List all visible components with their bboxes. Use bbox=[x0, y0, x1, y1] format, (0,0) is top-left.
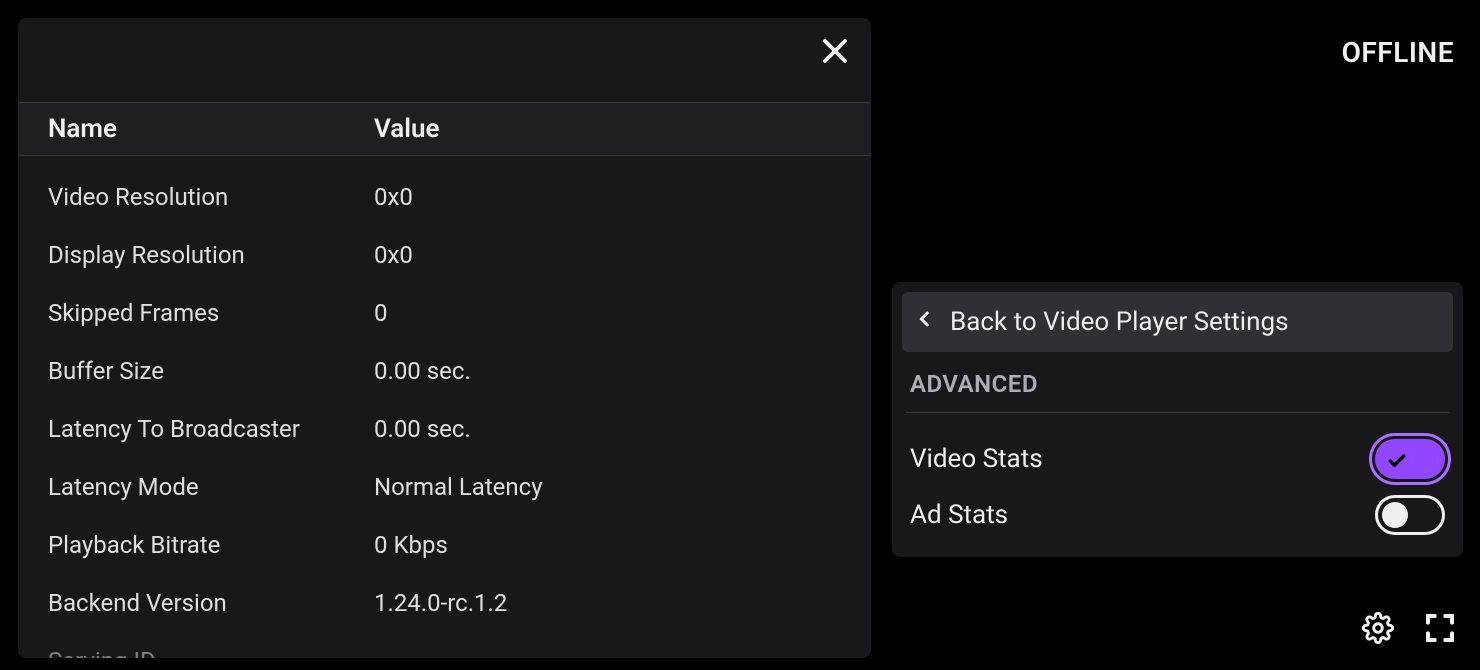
video-stats-toggle[interactable] bbox=[1375, 439, 1445, 479]
chevron-left-icon bbox=[916, 305, 934, 340]
divider bbox=[906, 412, 1449, 413]
toggle-row-ad-stats: Ad Stats bbox=[902, 487, 1453, 543]
table-row: Playback Bitrate0 Kbps bbox=[48, 516, 841, 574]
back-to-player-settings[interactable]: Back to Video Player Settings bbox=[902, 292, 1453, 352]
stat-name: Serving ID bbox=[48, 647, 374, 658]
toggle-knob bbox=[1382, 502, 1408, 528]
check-icon bbox=[1387, 448, 1407, 468]
toggle-label: Ad Stats bbox=[910, 500, 1008, 530]
toggle-knob bbox=[1412, 446, 1438, 472]
stat-name: Display Resolution bbox=[48, 241, 374, 269]
stat-value: 0.00 sec. bbox=[374, 415, 841, 443]
stat-value: 0.00 sec. bbox=[374, 357, 841, 385]
stat-value: Normal Latency bbox=[374, 473, 841, 501]
table-row: Skipped Frames0 bbox=[48, 284, 841, 342]
table-row: Latency To Broadcaster0.00 sec. bbox=[48, 400, 841, 458]
gear-icon bbox=[1362, 612, 1394, 648]
table-row: Serving ID bbox=[48, 632, 841, 658]
table-row: Display Resolution0x0 bbox=[48, 226, 841, 284]
table-row: Video Resolution0x0 bbox=[48, 168, 841, 226]
back-label: Back to Video Player Settings bbox=[950, 307, 1289, 337]
table-row: Buffer Size0.00 sec. bbox=[48, 342, 841, 400]
fullscreen-icon bbox=[1424, 612, 1456, 648]
stat-name: Buffer Size bbox=[48, 357, 374, 385]
stats-header-row: Name Value bbox=[18, 102, 871, 156]
video-stats-panel: Name Value Video Resolution0x0 Display R… bbox=[18, 18, 871, 658]
stat-name: Skipped Frames bbox=[48, 299, 374, 327]
ad-stats-toggle[interactable] bbox=[1375, 495, 1445, 535]
stats-body: Video Resolution0x0 Display Resolution0x… bbox=[18, 156, 871, 658]
stat-value: 0x0 bbox=[374, 183, 841, 211]
stats-table: Name Value Video Resolution0x0 Display R… bbox=[18, 102, 871, 658]
settings-menu-advanced: Back to Video Player Settings ADVANCED V… bbox=[892, 282, 1463, 557]
stat-value: 0 bbox=[374, 299, 841, 327]
stat-name: Playback Bitrate bbox=[48, 531, 374, 559]
section-label-advanced: ADVANCED bbox=[902, 352, 1453, 412]
stat-value: 1.24.0-rc.1.2 bbox=[374, 589, 841, 617]
stat-value: 0 Kbps bbox=[374, 531, 841, 559]
fullscreen-button[interactable] bbox=[1422, 612, 1458, 648]
toggle-row-video-stats: Video Stats bbox=[902, 431, 1453, 487]
settings-button[interactable] bbox=[1360, 612, 1396, 648]
stream-status: OFFLINE bbox=[1342, 36, 1454, 69]
stat-name: Latency To Broadcaster bbox=[48, 415, 374, 443]
stat-name: Backend Version bbox=[48, 589, 374, 617]
player-controls bbox=[1360, 612, 1458, 648]
stats-header-value: Value bbox=[374, 114, 841, 144]
close-button[interactable] bbox=[815, 34, 855, 74]
table-row: Backend Version1.24.0-rc.1.2 bbox=[48, 574, 841, 632]
toggle-label: Video Stats bbox=[910, 444, 1043, 474]
stat-value: 0x0 bbox=[374, 241, 841, 269]
stat-name: Video Resolution bbox=[48, 183, 374, 211]
table-row: Latency ModeNormal Latency bbox=[48, 458, 841, 516]
stats-header-name: Name bbox=[48, 114, 374, 144]
close-icon bbox=[820, 36, 850, 72]
stat-name: Latency Mode bbox=[48, 473, 374, 501]
